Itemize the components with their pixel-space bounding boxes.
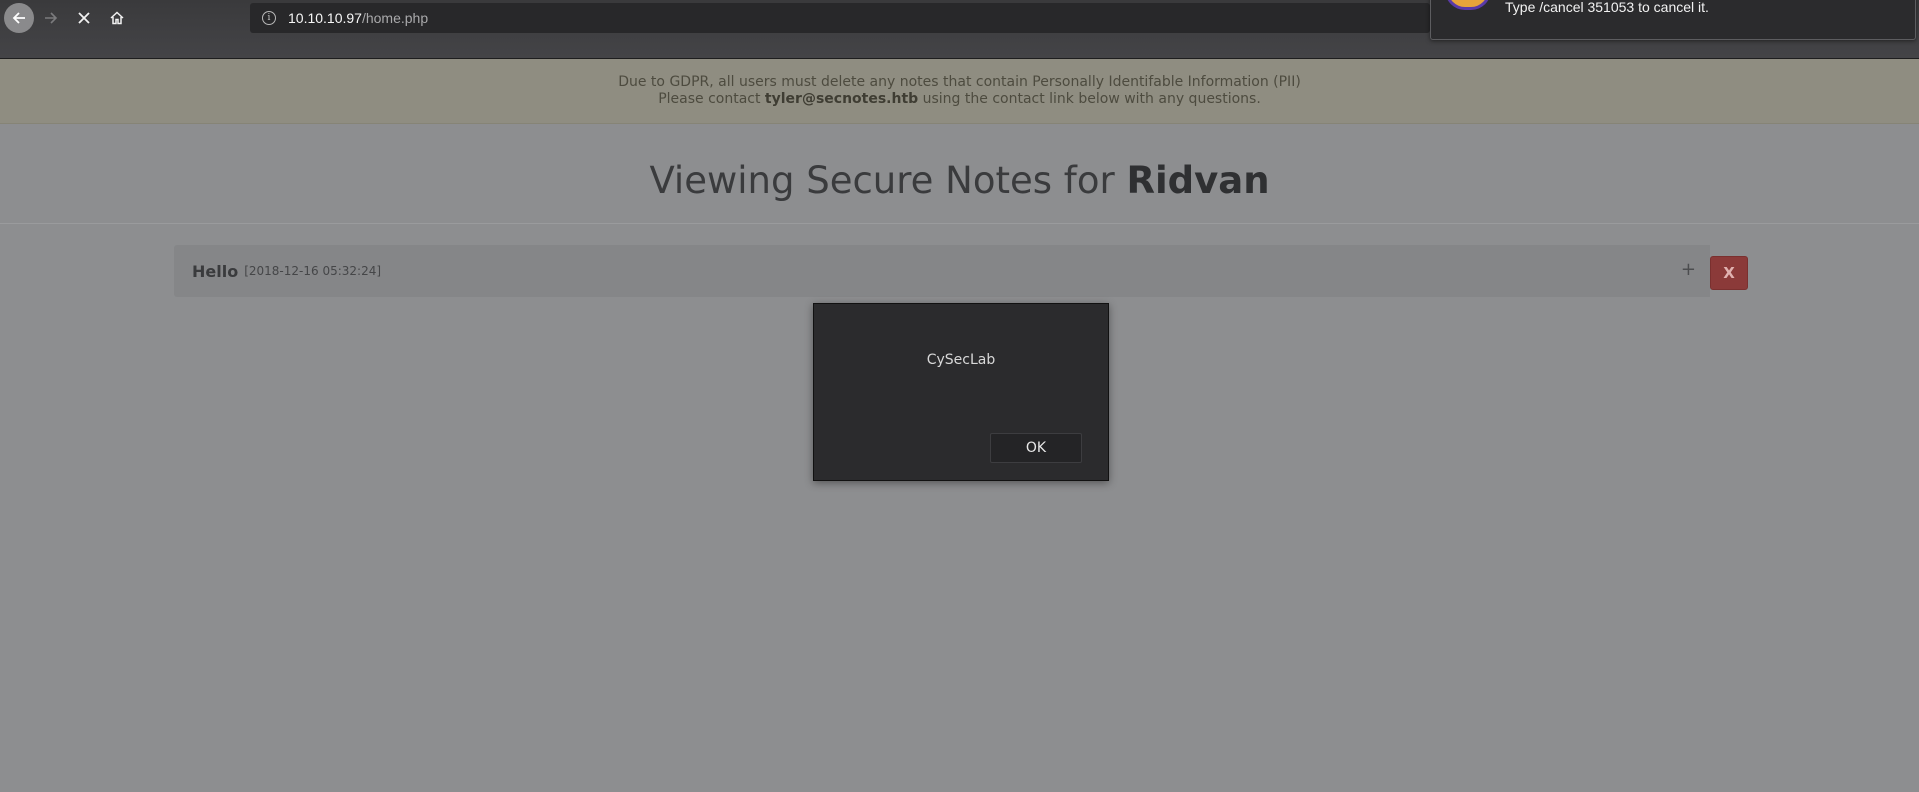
banner-line-2-suffix: using the contact link below with any qu… <box>918 91 1261 107</box>
url-path: /home.php <box>361 10 429 26</box>
notification-message: Type /cancel 351053 to cancel it. <box>1505 0 1709 15</box>
note-panel[interactable]: Hello [2018-12-16 05:32:24] + <box>174 245 1710 297</box>
banner-line-1: Due to GDPR, all users must delete any n… <box>618 74 1301 90</box>
alert-dialog: CySecLab OK <box>813 303 1109 481</box>
notification-popup: Type /cancel 351053 to cancel it. <box>1430 0 1916 40</box>
banner-line-2-prefix: Please contact <box>658 91 765 107</box>
gdpr-banner: Due to GDPR, all users must delete any n… <box>0 59 1919 124</box>
page-title: Viewing Secure Notes for Ridvan <box>0 159 1919 202</box>
back-button[interactable] <box>4 3 34 33</box>
banner-line-2: Please contact tyler@secnotes.htb using … <box>0 91 1919 108</box>
note-date: [2018-12-16 05:32:24] <box>244 264 382 278</box>
delete-note-button[interactable]: X <box>1710 256 1748 290</box>
expand-icon[interactable]: + <box>1681 261 1696 279</box>
dialog-message: CySecLab <box>926 352 996 368</box>
url-host: 10.10.10.97 <box>288 10 362 26</box>
stop-button[interactable] <box>69 3 99 33</box>
forward-button[interactable] <box>36 3 66 33</box>
contact-email: tyler@secnotes.htb <box>764 91 919 107</box>
note-title: Hello <box>192 261 239 281</box>
home-button[interactable] <box>102 3 132 33</box>
divider <box>0 223 1919 224</box>
url-bar[interactable]: i 10.10.10.97/home.php <box>250 3 1430 33</box>
ok-button[interactable]: OK <box>990 433 1082 463</box>
page-title-user: Ridvan <box>1126 159 1270 202</box>
avatar <box>1445 0 1491 10</box>
info-icon[interactable]: i <box>262 11 276 25</box>
home-icon <box>110 11 124 25</box>
back-arrow-icon <box>12 12 25 24</box>
page-title-prefix: Viewing Secure Notes for <box>649 159 1127 202</box>
close-icon <box>78 12 90 24</box>
forward-arrow-icon <box>45 12 58 24</box>
